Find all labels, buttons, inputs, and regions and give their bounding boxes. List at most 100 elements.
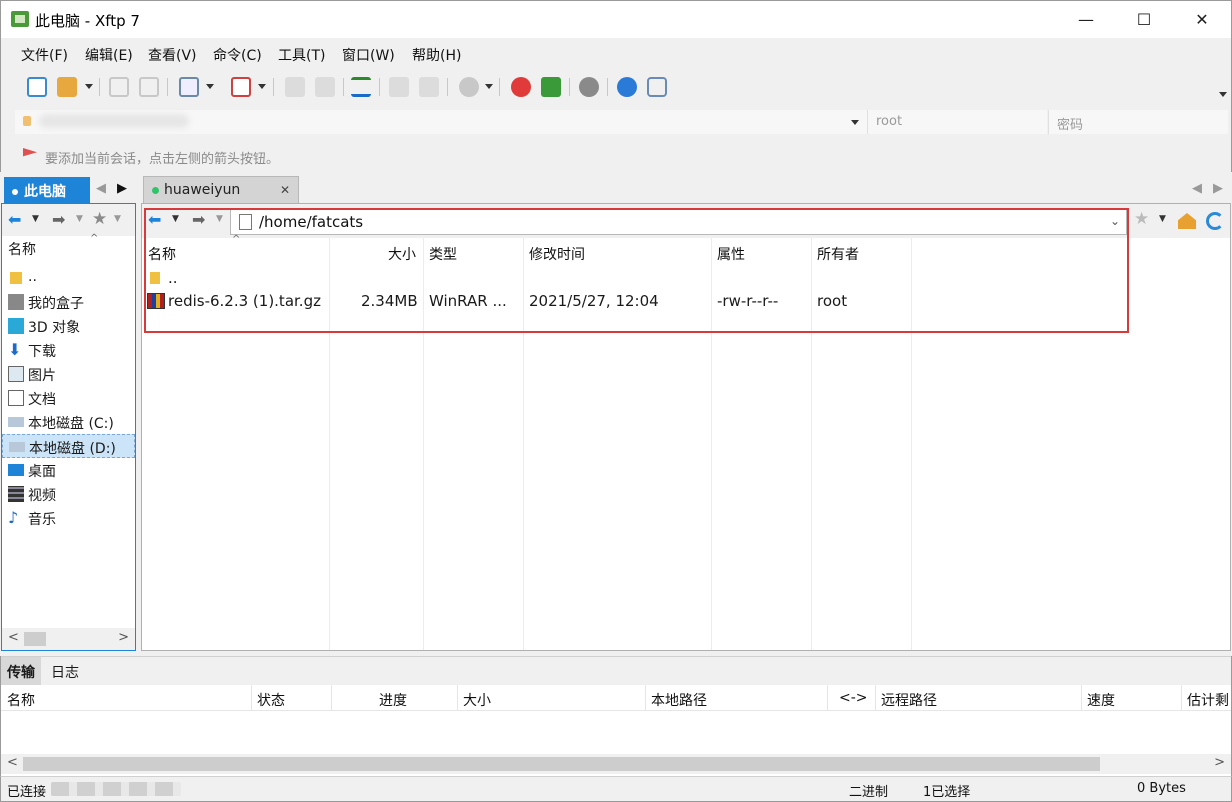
chevron-down-icon[interactable] (258, 84, 266, 89)
menu-help[interactable]: 帮助(H) (412, 45, 461, 65)
tab-scroll-left-icon[interactable]: ◀ (96, 181, 106, 196)
bookmark-flag-icon[interactable] (23, 148, 37, 157)
chevron-down-icon[interactable]: ⌄ (1110, 214, 1120, 228)
gear-icon[interactable] (579, 77, 599, 97)
copy-icon[interactable] (389, 77, 409, 97)
help-icon[interactable] (617, 77, 637, 97)
tab-scroll-left-icon[interactable]: ◀ (1192, 181, 1202, 196)
local-item-music[interactable]: ♪ 音乐 (2, 506, 135, 530)
chevron-down-icon[interactable] (485, 84, 493, 89)
password-input[interactable]: 密码 (1048, 110, 1228, 134)
local-item-parent[interactable]: .. (2, 266, 135, 290)
new-session-icon[interactable] (27, 77, 47, 97)
tr-col-size[interactable]: 大小 (463, 690, 491, 710)
username-input[interactable]: root (867, 110, 1047, 134)
transfer-horizontal-scrollbar[interactable]: < > (1, 754, 1231, 774)
chevron-down-icon[interactable]: ▼ (32, 214, 39, 224)
tr-col-speed[interactable]: 速度 (1087, 690, 1115, 710)
scroll-left-icon[interactable]: < (7, 755, 18, 770)
col-modified[interactable]: 修改时间 (529, 244, 585, 264)
close-button[interactable]: ✕ (1173, 1, 1231, 39)
chevron-down-icon[interactable] (851, 120, 859, 125)
local-item-drive-d[interactable]: 本地磁盘 (D:) (2, 434, 135, 458)
star-icon[interactable]: ★ (92, 209, 107, 229)
chevron-down-icon[interactable]: ▼ (216, 214, 223, 224)
forward-arrow-icon[interactable]: ➡ (192, 210, 205, 229)
toolbar-overflow-icon[interactable] (1219, 92, 1227, 97)
tab-local-computer[interactable]: 此电脑 (4, 177, 90, 203)
chevron-down-icon[interactable] (206, 84, 214, 89)
refresh-icon[interactable] (1206, 212, 1224, 230)
chevron-down-icon[interactable]: ▼ (76, 214, 83, 224)
col-owner[interactable]: 所有者 (817, 244, 859, 264)
tr-col-direction[interactable]: <-> (839, 690, 868, 706)
tab-huaweiyun[interactable]: huaweiyun ✕ (143, 176, 299, 204)
menu-command[interactable]: 命令(C) (213, 45, 262, 65)
open-folder-icon[interactable] (57, 77, 77, 97)
transfer-mode[interactable]: 二进制 (849, 781, 888, 800)
status-circle-icon[interactable] (459, 77, 479, 97)
connect-icon[interactable] (109, 77, 129, 97)
home-icon[interactable] (1178, 213, 1196, 229)
play-icon[interactable] (231, 77, 251, 97)
xftp-icon[interactable] (541, 77, 561, 97)
star-icon[interactable]: ★ (1134, 209, 1149, 229)
maximize-button[interactable]: ☐ (1115, 1, 1173, 39)
close-tab-icon[interactable]: ✕ (280, 183, 290, 197)
sync-transfer-icon[interactable] (351, 77, 371, 97)
upload-icon[interactable] (285, 77, 305, 97)
menu-view[interactable]: 查看(V) (148, 45, 197, 65)
tr-col-local-path[interactable]: 本地路径 (651, 690, 707, 710)
local-item-downloads[interactable]: ⬇ 下载 (2, 338, 135, 362)
chevron-down-icon[interactable]: ▼ (1159, 214, 1166, 224)
tr-col-remote-path[interactable]: 远程路径 (881, 690, 937, 710)
forward-arrow-icon[interactable]: ➡ (52, 210, 65, 229)
scroll-left-icon[interactable]: < (8, 630, 19, 645)
local-item-desktop[interactable]: 桌面 (2, 458, 135, 482)
host-input[interactable] (15, 110, 867, 134)
xshell-icon[interactable] (511, 77, 531, 97)
col-name[interactable]: 名称 (148, 244, 176, 264)
col-size[interactable]: 大小 (388, 244, 416, 264)
col-type[interactable]: 类型 (429, 244, 457, 264)
paste-icon[interactable] (419, 77, 439, 97)
chevron-down-icon[interactable]: ▼ (114, 214, 121, 224)
local-item-pictures[interactable]: 图片 (2, 362, 135, 386)
tab-scroll-right-icon[interactable]: ▶ (1213, 181, 1223, 196)
local-item-videos[interactable]: 视频 (2, 482, 135, 506)
local-item-3d-objects[interactable]: 3D 对象 (2, 314, 135, 338)
tr-col-progress[interactable]: 进度 (379, 690, 407, 710)
tab-log[interactable]: 日志 (51, 662, 79, 682)
chevron-down-icon[interactable]: ▼ (172, 214, 179, 224)
menu-tools[interactable]: 工具(T) (278, 45, 325, 65)
chat-icon[interactable] (647, 77, 667, 97)
scrollbar-thumb[interactable] (23, 757, 1100, 771)
scroll-right-icon[interactable]: > (1214, 755, 1225, 770)
local-item-drive-c[interactable]: 本地磁盘 (C:) (2, 410, 135, 434)
back-arrow-icon[interactable]: ⬅ (148, 210, 161, 229)
scroll-right-icon[interactable]: > (118, 630, 129, 645)
local-item-my-box[interactable]: 我的盒子 (2, 290, 135, 314)
local-item-documents[interactable]: 文档 (2, 386, 135, 410)
scrollbar-thumb[interactable] (24, 632, 46, 646)
remote-path-input[interactable]: /home/fatcats ⌄ (230, 209, 1127, 235)
tr-col-name[interactable]: 名称 (7, 690, 35, 710)
download-icon[interactable] (315, 77, 335, 97)
table-row[interactable]: redis-6.2.3 (1).tar.gz 2.34MB WinRAR ...… (142, 289, 1230, 313)
table-row[interactable]: .. (142, 266, 1230, 290)
chevron-down-icon[interactable] (85, 84, 93, 89)
tr-col-eta[interactable]: 估计剩 (1187, 690, 1229, 710)
tab-transfer[interactable]: 传输 (1, 657, 41, 686)
menu-window[interactable]: 窗口(W) (342, 45, 395, 65)
back-arrow-icon[interactable]: ⬅ (8, 210, 21, 229)
local-name-column-header[interactable]: 名称 (2, 239, 135, 261)
disconnect-icon[interactable] (139, 77, 159, 97)
tr-col-status[interactable]: 状态 (257, 690, 285, 710)
minimize-button[interactable]: — (1057, 1, 1115, 39)
menu-file[interactable]: 文件(F) (21, 45, 68, 65)
menu-edit[interactable]: 编辑(E) (85, 45, 133, 65)
properties-icon[interactable] (179, 77, 199, 97)
local-horizontal-scrollbar[interactable]: < > (2, 628, 135, 650)
tab-scroll-right-icon[interactable]: ▶ (117, 181, 127, 196)
col-attributes[interactable]: 属性 (717, 244, 745, 264)
